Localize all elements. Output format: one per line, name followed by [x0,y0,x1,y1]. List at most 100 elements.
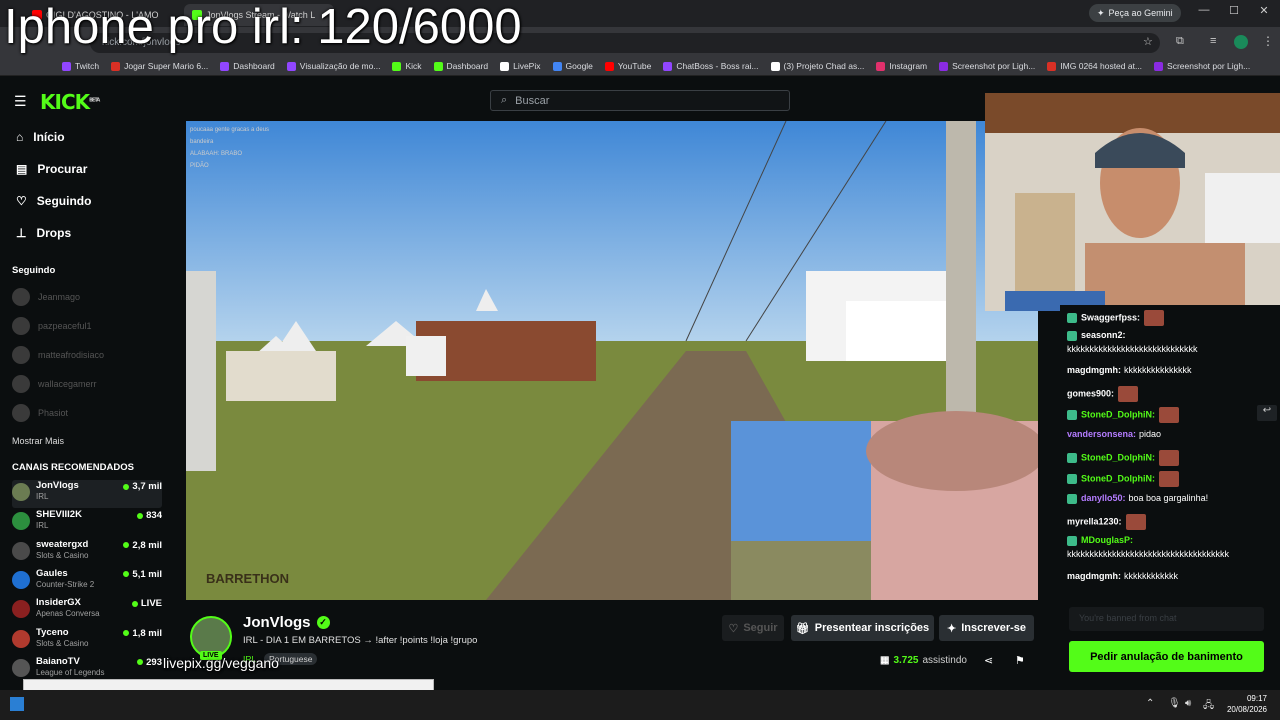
bookmark-label: Kick [405,61,422,71]
chat-input[interactable]: You're banned from chat [1069,607,1264,631]
chat-username[interactable]: StoneD_DolphiN: [1081,473,1155,483]
chat-username[interactable]: vandersonsena: [1067,429,1136,439]
show-more-link[interactable]: Mostrar Mais [12,436,64,446]
chat-message: kkkkkkkkkkkkkkkkkkkkkkkkkkkkkkkkkkkk [1067,549,1229,559]
recommended-channel[interactable]: sweatergxd Slots & Casino 2,8 mil [12,539,162,567]
recommended-channel[interactable]: SHEVIII2K IRL 834 [12,509,162,537]
subscribe-button[interactable]: ✦ Inscrever-se [939,615,1034,641]
hamburger-menu-icon[interactable]: ☰ [14,93,27,110]
verified-icon: ✓ [316,616,330,629]
chat-username[interactable]: StoneD_DolphiN: [1081,452,1155,462]
heart-icon: ♡ [728,622,739,635]
following-title: Seguindo [12,265,56,276]
channel-viewers: 3,7 mil [123,481,162,492]
streamer-name-row: JonVlogs ✓ [243,614,330,631]
recommended-channel[interactable]: InsiderGX Apenas Conversa LIVE [12,597,162,625]
bookmarks-bar: Twitch Jogar Super Mario 6... Dashboard Vis… [0,57,1280,76]
start-icon[interactable] [10,697,24,711]
following-item[interactable]: Phasiot [12,404,162,422]
bookmark-item[interactable]: Instagram [870,61,933,71]
microphone-icon[interactable]: 🎙︎ [1168,698,1181,709]
close-button[interactable]: ✕ [1250,4,1278,17]
streamer-name[interactable]: JonVlogs [243,614,311,631]
bookmark-item[interactable]: Dashboard [214,61,281,71]
maximize-button[interactable]: ☐ [1220,4,1248,17]
bookmark-item[interactable]: YouTube [599,61,657,71]
chat-message: Swaggerfpss: [1067,310,1165,326]
search-input[interactable]: ⌕ Buscar [490,90,790,111]
bookmark-item[interactable]: Screenshot por Ligh... [933,61,1041,71]
bookmark-label: Screenshot por Ligh... [1167,61,1251,71]
gift-subs-button[interactable]: 🎁︎ Presentear inscrições [791,615,934,641]
clock-date: 20/08/2026 [1226,705,1267,714]
chat-username[interactable]: magdmgmh: [1067,571,1121,581]
taskbar-clock[interactable]: 09:17 20/08/2026 [1215,693,1267,715]
unban-request-button[interactable]: Pedir anulação de banimento [1069,641,1264,672]
recommended-channel[interactable]: Gaules Counter-Strike 2 5,1 mil [12,568,162,596]
bookmark-item[interactable]: Screenshot por Ligh... [1148,61,1256,71]
chat-username[interactable]: MDouglasP: [1081,535,1133,545]
bookmark-star-icon[interactable]: ☆ [1143,35,1153,48]
bookmark-item[interactable]: (3) Projeto Chad as... [765,61,871,71]
chat-username[interactable]: StoneD_DolphiN: [1081,409,1155,419]
viewer-count-text: 1,8 mil [132,627,162,639]
following-item[interactable]: pazpeaceful1 [12,317,162,335]
emote-icon [1159,407,1179,423]
media-icon[interactable]: ≡ [1210,35,1216,47]
extensions-icon[interactable]: ⧉ [1176,35,1184,48]
chat-username[interactable]: danyllo50: [1081,493,1126,503]
profile-avatar[interactable] [1234,35,1248,49]
bookmark-item[interactable]: LivePix [494,61,546,71]
home-icon: ⌂ [16,130,24,144]
badge-icon [1067,493,1077,504]
nav-drops[interactable]: ⊥ Drops [16,226,71,240]
viewers-label: assistindo [922,655,967,666]
nav-browse[interactable]: ▤ Procurar [16,162,87,176]
report-icon[interactable]: ⚑ [1015,654,1025,667]
chat-text: kkkkkkkkkkkkkkk [1124,365,1192,375]
tray-chevron-icon[interactable]: ⌃ [1146,698,1154,709]
speaker-icon[interactable]: 🔊︎ [1185,698,1191,709]
chat-username[interactable]: seasonn2: [1081,330,1126,340]
channel-name: Phasiot [38,408,69,418]
nav-following[interactable]: ♡ Seguindo [16,194,91,208]
minimize-button[interactable]: — [1190,4,1218,16]
chat-username[interactable]: Swaggerfpss: [1081,312,1140,322]
chat-username[interactable]: gomes900: [1067,388,1114,398]
channel-category: IRL [36,521,49,531]
bookmark-item[interactable]: Twitch [56,61,105,71]
bookmark-item[interactable]: Kick [386,61,427,71]
reply-icon[interactable]: ↩ [1257,405,1277,421]
bookmark-item[interactable]: Visualização de mo... [281,61,387,71]
chat-username[interactable]: magdmgmh: [1067,365,1121,375]
follow-button[interactable]: ♡ Seguir [722,615,784,641]
bookmark-item[interactable]: ChatBoss - Boss rai... [657,61,764,71]
viewer-count-text: 3,7 mil [132,481,162,492]
following-item[interactable]: Jeanmago [12,288,162,306]
avatar [12,570,30,589]
gemini-button[interactable]: ✦ Peça ao Gemini [1089,4,1181,22]
following-item[interactable]: wallacegamerr [12,375,162,393]
share-icon[interactable]: ⋖ [984,654,993,667]
webcam-overlay [985,93,1280,311]
bookmark-item[interactable]: Google [547,61,599,71]
chat-username[interactable]: myrella1230: [1067,516,1122,526]
bookmark-item[interactable]: IMG 0264 hosted at... [1041,61,1148,71]
bookmark-icon [500,61,510,71]
bookmark-item[interactable]: Jogar Super Mario 6... [105,61,214,71]
recommended-channel[interactable]: Tyceno Slots & Casino 1,8 mil [12,627,162,655]
video-player[interactable]: BARRETHON poucaaa gente gracas a deus ba… [186,121,1038,600]
avatar [12,629,30,648]
bookmark-icon [111,61,121,71]
nav-home[interactable]: ⌂ Início [16,130,65,144]
logo-text: KICK [40,90,90,114]
kick-logo[interactable]: KICKBETA [40,90,100,114]
bookmark-icon [220,61,230,71]
recommended-channel[interactable]: JonVlogs IRL 3,7 mil [12,480,162,508]
following-item[interactable]: matteafrodisiaco [12,346,162,364]
live-dot [123,483,130,490]
menu-icon[interactable]: ⋮ [1262,34,1274,48]
bookmark-icon [286,61,296,71]
network-icon[interactable]: 🖧︎ [1203,698,1214,715]
bookmark-item[interactable]: Dashboard [428,61,495,71]
